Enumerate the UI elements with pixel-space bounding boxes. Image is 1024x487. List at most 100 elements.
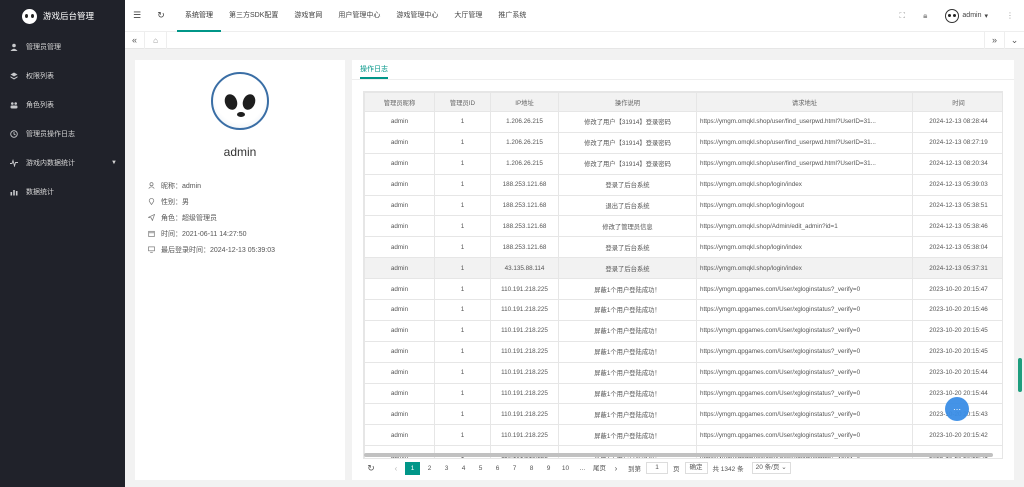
fullscreen-icon[interactable]: ⛶	[900, 11, 906, 21]
tabs-scroll-left-icon[interactable]: «	[125, 31, 145, 49]
calendar-icon	[147, 230, 155, 239]
page-4[interactable]: 4	[456, 462, 471, 475]
sidebar-item-label: 管理员操作日志	[26, 130, 75, 138]
last-page-link[interactable]: 尾页	[592, 462, 607, 475]
page-number-input[interactable]: 1	[646, 462, 668, 474]
sidebar-item-game-stats[interactable]: 游戏内数据统计 ▼	[0, 148, 125, 177]
table-row[interactable]: admin1110.191.218.225屏蔽1个用户登陆成功！https://…	[364, 424, 1002, 447]
user-menu[interactable]: admin ▾	[945, 8, 988, 23]
table-row[interactable]: admin 1 43.135.88.114 登录了后台系统 https://ymgm.o…	[364, 257, 1002, 280]
home-tab-icon[interactable]: ⌂	[145, 31, 167, 49]
monitor-icon	[147, 246, 155, 255]
page-6[interactable]: 6	[490, 462, 505, 475]
top-nav-promotion[interactable]: 推广系统	[490, 0, 534, 32]
tab-operation-log[interactable]: 操作日志	[360, 64, 388, 79]
more-options-icon[interactable]: ⋮	[1006, 11, 1014, 20]
top-nav-user-center[interactable]: 用户管理中心	[330, 0, 388, 32]
user-name: admin	[962, 12, 982, 19]
profile-role: 角色：超级管理员	[146, 210, 275, 226]
tabs-dropdown-icon[interactable]: ⌄	[1004, 31, 1024, 49]
table-row[interactable]: admin 1 1.206.26.215 修改了用户【31914】登录密码 https:…	[364, 152, 1002, 175]
send-icon	[146, 213, 155, 223]
cell-request-url: https://ymgm.omqkl.shop/Admin/edit_admin…	[696, 215, 913, 238]
sidebar-item-data-stats[interactable]: 数据统计	[0, 177, 125, 206]
sidebar-item-label: 角色列表	[26, 101, 54, 109]
sidebar-item-label: 数据统计	[26, 188, 54, 196]
prev-page-icon[interactable]: ‹	[389, 464, 403, 473]
table-row[interactable]: admin1110.191.218.225屏蔽1个用户登陆成功！https://…	[364, 403, 1002, 426]
cell-operation: 屏蔽1个用户登陆成功！	[558, 361, 697, 384]
go-button[interactable]: 确定	[684, 462, 708, 474]
top-nav-website[interactable]: 游戏官网	[286, 0, 330, 32]
top-nav-lobby[interactable]: 大厅管理	[446, 0, 490, 32]
cell-admin-nickname: admin	[364, 382, 435, 405]
profile-gender: 性别：男	[147, 194, 275, 210]
cell-time: 2024-12-13 05:37:31	[912, 257, 1002, 280]
page-3[interactable]: 3	[439, 462, 454, 475]
log-table: 管理员昵称 管理员ID IP地址 操作说明 请求地址 时间 admin 1 1.20…	[363, 91, 1003, 459]
col-ip[interactable]: IP地址	[490, 92, 559, 112]
col-time[interactable]: 时间	[912, 92, 1002, 112]
top-header: ☰ ↻ 系统管理 第三方SDK配置 游戏官网 用户管理中心 游戏管理中心 大厅管…	[125, 0, 1024, 32]
refresh-icon[interactable]: ↻	[363, 463, 379, 474]
lock-icon[interactable]: 🔒︎	[923, 11, 927, 21]
cell-admin-id: 1	[434, 152, 491, 175]
next-page-icon[interactable]: ›	[609, 464, 623, 473]
top-nav: 系统管理 第三方SDK配置 游戏官网 用户管理中心 游戏管理中心 大厅管理 推广…	[177, 0, 534, 32]
cell-admin-nickname: admin	[364, 424, 435, 447]
cell-request-url: https://ymgm.omqkl.shop/user/find_userpw…	[696, 111, 913, 133]
sidebar-item-role-list[interactable]: 角色列表	[0, 90, 125, 119]
sidebar-item-permission-list[interactable]: 权限列表	[0, 61, 125, 90]
top-nav-game-center[interactable]: 游戏管理中心	[388, 0, 446, 32]
table-row[interactable]: admin 1 1.206.26.215 修改了用户【31914】登录密码 https:…	[364, 131, 1002, 154]
operation-log-panel: 操作日志 管理员昵称 管理员ID IP地址 操作说明 请求地址 时间 admin…	[352, 60, 1014, 480]
top-nav-sdk[interactable]: 第三方SDK配置	[221, 0, 286, 32]
col-operation[interactable]: 操作说明	[558, 92, 697, 112]
table-row[interactable]: admin 1 1.206.26.215 修改了用户【31914】登录密码 https:…	[364, 111, 1002, 133]
cell-admin-id: 1	[434, 278, 491, 301]
cell-request-url: https://ymgm.qpgames.com/User/xgloginsta…	[696, 361, 913, 384]
pagination: ↻ ‹ 1 2 3 4 5 6 7 8 9 10 ... 尾页 › 到第 1 页…	[363, 460, 1003, 476]
page-5[interactable]: 5	[473, 462, 488, 475]
table-row[interactable]: admin 1 188.253.121.68 登录了后台系统 https://ymgm.…	[364, 173, 1002, 196]
page-9[interactable]: 9	[541, 462, 556, 475]
floating-action-button[interactable]: ⋯	[945, 397, 969, 421]
app-logo[interactable]: 游戏后台管理	[0, 0, 125, 32]
table-row[interactable]: admin1110.191.218.225屏蔽1个用户登陆成功！https://…	[364, 299, 1002, 321]
page-7[interactable]: 7	[507, 462, 522, 475]
col-request-url[interactable]: 请求地址	[696, 92, 913, 112]
table-row[interactable]: admin 1 188.253.121.68 修改了管理员信息 https://ymgm…	[364, 215, 1002, 238]
table-row[interactable]: admin1110.191.218.225屏蔽1个用户登陆成功！https://…	[364, 278, 1002, 301]
page-8[interactable]: 8	[524, 462, 539, 475]
table-row[interactable]: admin 1 188.253.121.68 退出了后台系统 https://ymgm.…	[364, 194, 1002, 217]
table-row[interactable]: admin1110.191.218.225屏蔽1个用户登陆成功！https://…	[364, 319, 1002, 342]
cell-admin-nickname: admin	[364, 152, 435, 175]
table-row[interactable]: admin1110.191.218.225屏蔽1个用户登陆成功！https://…	[364, 361, 1002, 384]
cell-operation: 屏蔽1个用户登陆成功！	[558, 278, 697, 301]
sidebar-item-admin-log[interactable]: 管理员操作日志	[0, 119, 125, 148]
panda-logo-icon	[22, 8, 37, 24]
refresh-icon[interactable]: ↻	[149, 10, 173, 21]
page-vertical-scrollbar[interactable]	[1018, 358, 1022, 392]
page-size-select[interactable]: 20 条/页 ⌄	[751, 462, 791, 474]
page-1[interactable]: 1	[405, 461, 420, 475]
profile-name: admin	[223, 145, 257, 159]
col-admin-nickname[interactable]: 管理员昵称	[364, 92, 435, 112]
col-admin-id[interactable]: 管理员ID	[434, 92, 491, 112]
cell-operation: 屏蔽1个用户登陆成功！	[558, 299, 697, 321]
table-horizontal-scrollbar[interactable]	[364, 453, 993, 457]
table-row[interactable]: admin 1 188.253.121.68 登录了后台系统 https://ymgm.…	[364, 236, 1002, 259]
cell-admin-id: 1	[434, 319, 491, 342]
page-2[interactable]: 2	[422, 462, 437, 475]
top-nav-system[interactable]: 系统管理	[177, 0, 221, 32]
menu-fold-icon[interactable]: ☰	[125, 10, 149, 21]
sidebar-item-admin-management[interactable]: 管理员管理	[0, 32, 125, 61]
table-row[interactable]: admin1110.191.218.225屏蔽1个用户登陆成功！https://…	[364, 340, 1002, 363]
cell-operation: 登录了后台系统	[558, 173, 697, 196]
cell-admin-nickname: admin	[364, 236, 435, 259]
table-row[interactable]: admin1110.191.218.225屏蔽1个用户登陆成功！https://…	[364, 382, 1002, 405]
cell-admin-nickname: admin	[364, 403, 435, 426]
tabs-scroll-right-icon[interactable]: »	[984, 31, 1004, 49]
page-10[interactable]: 10	[558, 462, 573, 475]
cell-request-url: https://ymgm.qpgames.com/User/xgloginsta…	[696, 403, 913, 426]
